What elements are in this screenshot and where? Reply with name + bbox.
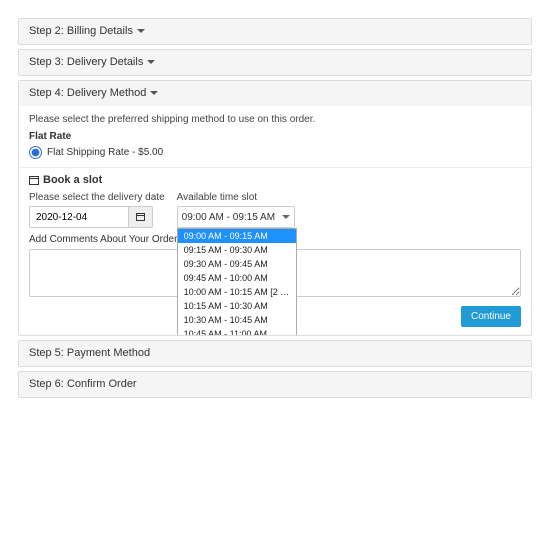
- step4-title: Step 4: Delivery Method: [29, 87, 146, 99]
- timeslot-option[interactable]: 10:00 AM - 10:15 AM [2 slots]: [178, 285, 296, 299]
- timeslot-label: Available time slot: [177, 192, 295, 203]
- flat-rate-heading: Flat Rate: [29, 131, 521, 142]
- chevron-down-icon: [150, 91, 158, 99]
- timeslot-option[interactable]: 10:30 AM - 10:45 AM: [178, 313, 296, 327]
- step4-header[interactable]: Step 4: Delivery Method: [19, 81, 531, 106]
- timeslot-option[interactable]: 09:00 AM - 09:15 AM: [178, 229, 296, 243]
- continue-button[interactable]: Continue: [461, 306, 521, 327]
- timeslot-option[interactable]: 09:45 AM - 10:00 AM: [178, 271, 296, 285]
- timeslot-option[interactable]: 10:45 AM - 11:00 AM: [178, 327, 296, 336]
- accordion-step3[interactable]: Step 3: Delivery Details: [18, 49, 532, 76]
- accordion-step6[interactable]: Step 6: Confirm Order: [18, 371, 532, 398]
- book-slot-heading: Book a slot: [43, 174, 102, 186]
- flat-rate-label: Flat Shipping Rate - $5.00: [47, 147, 163, 158]
- timeslot-option[interactable]: 09:15 AM - 09:30 AM: [178, 243, 296, 257]
- delivery-date-input[interactable]: [29, 206, 129, 228]
- step5-title: Step 5: Payment Method: [29, 347, 150, 359]
- accordion-step4: Step 4: Delivery Method Please select th…: [18, 80, 532, 336]
- timeslot-option[interactable]: 10:15 AM - 10:30 AM: [178, 299, 296, 313]
- timeslot-selected: 09:00 AM - 09:15 AM: [182, 212, 275, 223]
- timeslot-select[interactable]: 09:00 AM - 09:15 AM 09:00 AM - 09:15 AM0…: [177, 206, 295, 228]
- chevron-down-icon: [282, 215, 290, 223]
- step3-title: Step 3: Delivery Details: [29, 56, 143, 68]
- divider: [19, 167, 531, 168]
- timeslot-option[interactable]: 09:30 AM - 09:45 AM: [178, 257, 296, 271]
- accordion-step5[interactable]: Step 5: Payment Method: [18, 340, 532, 367]
- flat-rate-radio[interactable]: [29, 146, 42, 159]
- accordion-step2[interactable]: Step 2: Billing Details: [18, 18, 532, 45]
- timeslot-dropdown[interactable]: 09:00 AM - 09:15 AM09:15 AM - 09:30 AM09…: [177, 228, 297, 336]
- calendar-icon: [29, 176, 39, 185]
- calendar-icon: [136, 213, 145, 221]
- chevron-down-icon: [137, 29, 145, 37]
- date-picker-button[interactable]: [129, 206, 153, 228]
- shipping-instructions: Please select the preferred shipping met…: [29, 114, 521, 125]
- flat-rate-option[interactable]: Flat Shipping Rate - $5.00: [29, 146, 521, 159]
- chevron-down-icon: [147, 60, 155, 68]
- date-label: Please select the delivery date: [29, 192, 165, 203]
- step2-title: Step 2: Billing Details: [29, 25, 133, 37]
- step6-title: Step 6: Confirm Order: [29, 378, 137, 390]
